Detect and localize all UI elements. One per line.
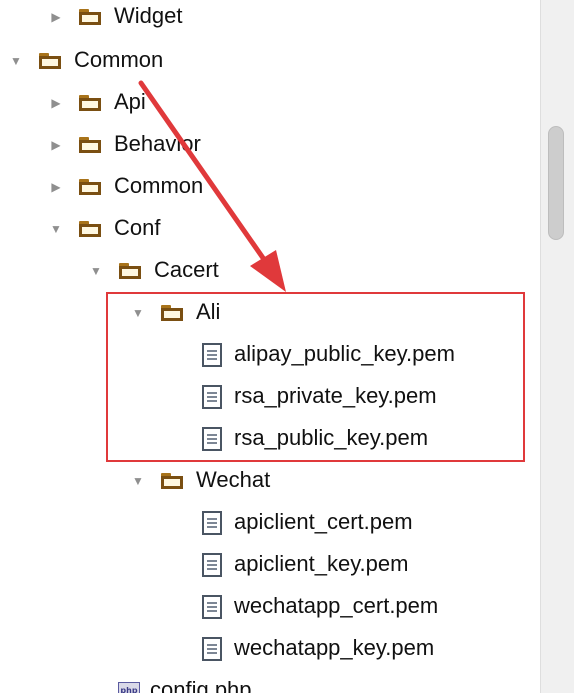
- tree-row-behavior[interactable]: ▶ Behavior: [0, 125, 540, 165]
- text-file-icon: [202, 343, 222, 367]
- tree-row-label: Cacert: [154, 257, 219, 282]
- tree-row-wechatapp-cert[interactable]: ▶ wechatapp_cert.pem: [0, 587, 540, 627]
- folder-icon: [78, 7, 106, 27]
- tree-row-conf[interactable]: ▼ Conf: [0, 209, 540, 249]
- tree-row-label: Ali: [196, 299, 221, 324]
- text-file-icon: [202, 427, 222, 451]
- folder-icon: [38, 51, 66, 71]
- tree-row-label: wechatapp_key.pem: [234, 635, 435, 660]
- tree-row-label: Behavior: [114, 131, 201, 156]
- tree-row-label: Api: [114, 89, 146, 114]
- folder-icon: [118, 261, 146, 281]
- tree-row-wechatapp-key[interactable]: ▶ wechatapp_key.pem: [0, 629, 540, 669]
- tree-row-widget[interactable]: ▶ Widget: [0, 0, 540, 37]
- tree-row-label: Widget: [114, 3, 183, 28]
- tree-row-wechat[interactable]: ▼ Wechat: [0, 461, 540, 501]
- tree-row-label: wechatapp_cert.pem: [234, 593, 439, 618]
- tree-row-cacert[interactable]: ▼ Cacert: [0, 251, 540, 291]
- tree-row-rsa-public-key[interactable]: ▶ rsa_public_key.pem: [0, 419, 540, 459]
- tree-row-label: Conf: [114, 215, 161, 240]
- tree-row-apiclient-cert[interactable]: ▶ apiclient_cert.pem: [0, 503, 540, 543]
- tree-row-rsa-private-key[interactable]: ▶ rsa_private_key.pem: [0, 377, 540, 417]
- tree-row-label: Common: [114, 173, 204, 198]
- triangle-down-icon[interactable]: ▼: [130, 305, 146, 321]
- text-file-icon: [202, 511, 222, 535]
- tree-row-common[interactable]: ▼ Common: [0, 41, 540, 81]
- vertical-scrollbar[interactable]: [540, 0, 574, 693]
- tree-row-label: apiclient_cert.pem: [234, 509, 413, 534]
- triangle-right-icon[interactable]: ▶: [48, 179, 64, 195]
- triangle-down-icon[interactable]: ▼: [130, 473, 146, 489]
- folder-icon: [160, 303, 188, 323]
- triangle-down-icon[interactable]: ▼: [8, 53, 24, 69]
- text-file-icon: [202, 595, 222, 619]
- tree-row-apiclient-key[interactable]: ▶ apiclient_key.pem: [0, 545, 540, 585]
- triangle-right-icon[interactable]: ▶: [48, 137, 64, 153]
- folder-icon: [78, 219, 106, 239]
- text-file-icon: [202, 553, 222, 577]
- tree-row-label: alipay_public_key.pem: [234, 341, 455, 366]
- tree-row-label: rsa_public_key.pem: [234, 425, 429, 450]
- tree-row-api[interactable]: ▶ Api: [0, 83, 540, 123]
- folder-icon: [78, 93, 106, 113]
- tree-row-alipay-public-key[interactable]: ▶ alipay_public_key.pem: [0, 335, 540, 375]
- folder-icon: [78, 135, 106, 155]
- tree-row-ali[interactable]: ▼ Ali: [0, 293, 540, 333]
- text-file-icon: [202, 385, 222, 409]
- scrollbar-thumb[interactable]: [548, 126, 564, 240]
- triangle-right-icon[interactable]: ▶: [48, 9, 64, 25]
- tree-row-config-php[interactable]: ▶ config.php: [0, 671, 540, 693]
- tree-row-label: config.php: [150, 677, 252, 693]
- tree-row-label: rsa_private_key.pem: [234, 383, 437, 408]
- tree-row-label: Common: [74, 47, 164, 72]
- text-file-icon: [202, 637, 222, 661]
- tree-row-label: apiclient_key.pem: [234, 551, 409, 576]
- php-file-icon: [118, 682, 140, 693]
- triangle-down-icon[interactable]: ▼: [48, 221, 64, 237]
- project-explorer: ▶ Widget ▼ Common ▶ Api ▶ Behavior ▶ Com…: [0, 0, 574, 693]
- tree-row-label: Wechat: [196, 467, 271, 492]
- triangle-right-icon[interactable]: ▶: [48, 95, 64, 111]
- file-tree: ▶ Widget ▼ Common ▶ Api ▶ Behavior ▶ Com…: [0, 0, 540, 693]
- tree-row-common-child[interactable]: ▶ Common: [0, 167, 540, 207]
- folder-icon: [78, 177, 106, 197]
- folder-icon: [160, 471, 188, 491]
- triangle-down-icon[interactable]: ▼: [88, 263, 104, 279]
